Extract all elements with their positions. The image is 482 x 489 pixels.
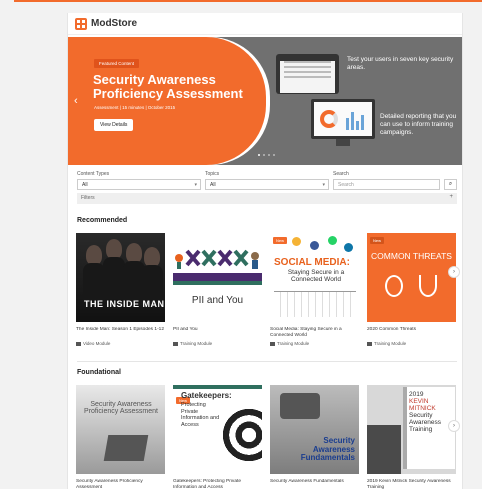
content-card[interactable]: New COMMON THREATS 2020 Common Threats T… (367, 233, 456, 346)
thumb-year: 2019 (409, 391, 424, 398)
training-icon (173, 341, 178, 346)
expand-plus-icon[interactable]: + (449, 194, 453, 200)
content-types-value: All (82, 182, 88, 188)
thumb-title: PII and You (191, 295, 244, 306)
monitor-stand (336, 139, 350, 146)
topics-label: Topics (205, 171, 220, 177)
training-icon (367, 341, 372, 346)
hero-meta: Assessment | 15 minutes | October 2015 (94, 105, 176, 110)
thumb-name: KEVIN MITNICK (409, 398, 436, 412)
card-type: Video Module (76, 341, 165, 346)
recommended-next-button[interactable]: › (448, 266, 460, 278)
carousel-dot[interactable] (268, 154, 270, 156)
inside-man-thumbnail[interactable]: THE INSIDE MAN (76, 233, 165, 322)
recommended-heading: Recommended (77, 217, 128, 224)
card-title[interactable]: Gatekeepers: Protecting Private Informat… (173, 479, 262, 489)
facebook-icon (310, 241, 319, 250)
carousel-dot[interactable] (263, 154, 265, 156)
thumb-text: Security Awareness Training (409, 412, 442, 433)
new-badge: New (370, 237, 385, 244)
thumb-title: SOCIAL MEDIA: (274, 257, 350, 268)
topics-select[interactable]: All ▾ (205, 179, 329, 190)
modstore-logo-icon[interactable] (75, 17, 87, 30)
search-label: Search (333, 171, 349, 177)
card-title[interactable]: Security Awareness Proficiency Assessmen… (76, 479, 165, 489)
section-divider (77, 361, 457, 362)
thumb-title: COMMON THREATS (371, 251, 452, 261)
filter-panel: Content Types Topics Search All ▾ All ▾ … (77, 171, 457, 204)
foundational-carousel: Security Awareness Proficiency Assessmen… (76, 385, 456, 489)
thumb-title: Security Awareness Fundamentals (300, 436, 355, 462)
view-details-button[interactable]: View Details (94, 119, 134, 131)
proficiency-assessment-thumbnail[interactable]: Security Awareness Proficiency Assessmen… (76, 385, 165, 474)
card-title[interactable]: Social Media: Staying Secure in a Connec… (270, 327, 359, 339)
carousel-dot[interactable] (258, 154, 260, 156)
chevron-down-icon: ▾ (322, 182, 325, 188)
kevin-mitnick-thumbnail[interactable]: 2019 KEVIN MITNICK Security Awareness Tr… (367, 385, 456, 474)
common-threats-thumbnail[interactable]: New COMMON THREATS (367, 233, 456, 322)
card-type: Training Module (270, 341, 359, 346)
chevron-down-icon: ▾ (194, 182, 197, 188)
carousel-prev-icon[interactable]: ‹ (74, 95, 78, 107)
featured-badge: Featured Content (94, 59, 140, 68)
content-card[interactable]: Security Awareness Fundamentals Security… (270, 385, 359, 489)
hero-caption-2: Detailed reporting that you can use to i… (380, 113, 457, 136)
content-card[interactable]: New SOCIAL MEDIA: Staying Secure in a Co… (270, 233, 359, 346)
social-media-thumbnail[interactable]: New SOCIAL MEDIA: Staying Secure in a Co… (270, 233, 359, 322)
card-title[interactable]: Security Awareness Fundamentals (270, 479, 359, 489)
instagram-icon (292, 237, 301, 246)
monitor-illustration (311, 99, 375, 139)
content-types-select[interactable]: All ▾ (77, 179, 201, 190)
hero-orange-panel (68, 37, 266, 165)
filters-bar[interactable]: Filters + (77, 193, 457, 204)
training-icon (270, 341, 275, 346)
thumb-subtitle: Staying Secure in a Connected World (287, 269, 345, 283)
topics-value: All (210, 182, 216, 188)
thumb-title: THE INSIDE MAN (84, 299, 165, 309)
search-icon[interactable]: ⌕ (444, 179, 457, 190)
thumb-title: 2019 KEVIN MITNICK Security Awareness Tr… (409, 391, 453, 433)
thumb-title: Security Awareness Proficiency Assessmen… (84, 401, 158, 415)
gatekeepers-thumbnail[interactable]: New Gatekeepers: Protecting Private Info… (173, 385, 262, 474)
fishhook-icon (419, 275, 437, 297)
content-card[interactable]: PII and You PII and You Training Module (173, 233, 262, 346)
ribbon-graphic (175, 249, 259, 269)
tablet-illustration (276, 54, 339, 94)
top-accent-line (14, 0, 482, 2)
thumb-subtitle: Protecting Private Information and Acces… (181, 402, 220, 428)
search-input[interactable]: Search (333, 179, 440, 190)
carousel-dot[interactable] (273, 154, 275, 156)
content-card[interactable]: Security Awareness Proficiency Assessmen… (76, 385, 165, 489)
linkedin-icon (344, 243, 353, 252)
fundamentals-thumbnail[interactable]: Security Awareness Fundamentals (270, 385, 359, 474)
foundational-next-button[interactable]: › (448, 420, 460, 432)
pii-thumbnail[interactable]: PII and You (173, 233, 262, 322)
recommended-carousel: THE INSIDE MAN The Inside Man: Season 1 … (76, 233, 456, 346)
card-type: Training Module (173, 341, 262, 346)
card-title[interactable]: 2019 Kevin Mitnick Security Awareness Tr… (367, 479, 456, 489)
card-type: Training Module (367, 341, 456, 346)
hero-title: Security Awareness Proficiency Assessmen… (93, 72, 243, 101)
card-title[interactable]: The Inside Man: Season 1 Episodes 1-12 (76, 327, 165, 339)
card-title[interactable]: PII and You (173, 327, 262, 339)
thumb-title: Gatekeepers: (181, 391, 232, 400)
content-card[interactable]: New Gatekeepers: Protecting Private Info… (173, 385, 262, 489)
hero-caption-1: Test your users in seven key security ar… (347, 56, 454, 71)
content-card[interactable]: THE INSIDE MAN The Inside Man: Season 1 … (76, 233, 165, 346)
brand-name[interactable]: ModStore (91, 18, 137, 29)
header: ModStore (68, 13, 462, 35)
content-types-label: Content Types (77, 171, 110, 177)
hero-banner[interactable]: ‹ Featured Content Security Awareness Pr… (68, 37, 462, 165)
skull-icon (385, 275, 403, 297)
card-title[interactable]: 2020 Common Threats (367, 327, 456, 339)
new-badge: New (273, 237, 288, 244)
carousel-dots[interactable] (258, 154, 275, 156)
foundational-heading: Foundational (77, 369, 121, 376)
whatsapp-icon (328, 236, 337, 245)
modstore-window: ModStore ‹ Featured Content Security Awa… (67, 13, 463, 489)
filters-label: Filters (81, 195, 95, 201)
video-icon (76, 341, 81, 346)
content-card[interactable]: 2019 KEVIN MITNICK Security Awareness Tr… (367, 385, 456, 489)
